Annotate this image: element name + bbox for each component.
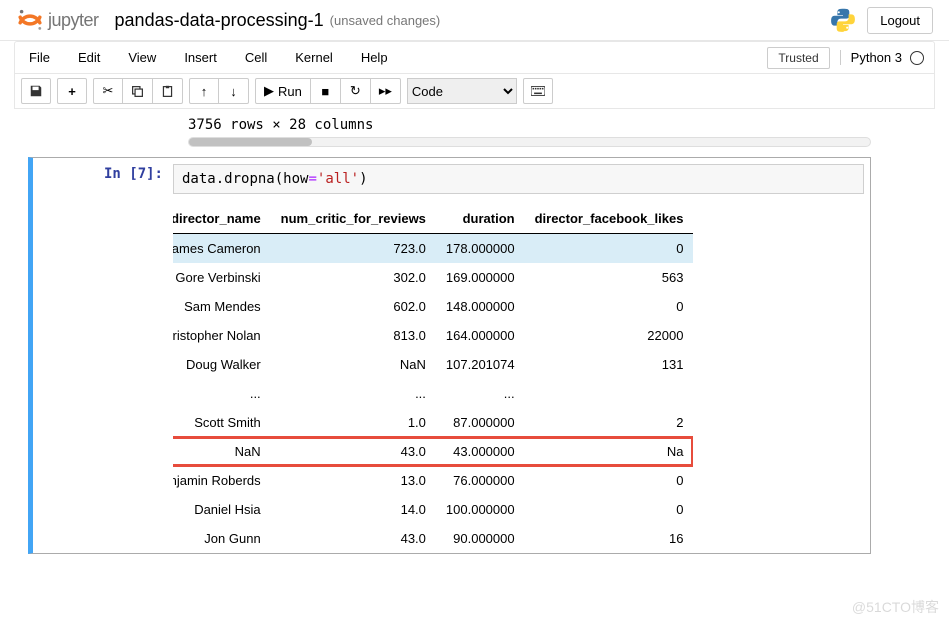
table-row: 5042ColorJon Gunn43.090.00000016 xyxy=(173,524,693,553)
plus-icon: + xyxy=(68,84,76,99)
in-prompt: In [7]: xyxy=(33,166,163,182)
menu-container: File Edit View Insert Cell Kernel Help T… xyxy=(14,41,935,109)
paste-icon xyxy=(161,85,174,98)
table-row: 5038ColorScott Smith1.087.0000002 xyxy=(173,408,693,437)
table-row: 3ColorChristopher Nolan813.0164.00000022… xyxy=(173,321,693,350)
move-down-button[interactable]: ↓ xyxy=(219,78,249,104)
table-row: 4NaNDoug WalkerNaN107.201074131 xyxy=(173,350,693,379)
save-button[interactable] xyxy=(21,78,51,104)
restart-icon: ↻ xyxy=(350,83,361,99)
menu-cell[interactable]: Cell xyxy=(231,44,281,71)
kernel-indicator[interactable]: Python 3 xyxy=(840,50,924,65)
dataframe-table: colordirector_namenum_critic_for_reviews… xyxy=(173,204,693,553)
output-h-scrollbar[interactable] xyxy=(188,137,871,147)
table-row: 1ColorGore Verbinski302.0169.000000563 xyxy=(173,263,693,292)
column-header: director_name xyxy=(173,204,271,234)
save-icon xyxy=(29,84,43,98)
table-row: 5039ColorNaN43.043.000000Na xyxy=(173,437,693,466)
unsaved-label: (unsaved changes) xyxy=(330,13,441,28)
paste-button[interactable] xyxy=(153,78,183,104)
table-row: 5041ColorDaniel Hsia14.0100.0000000 xyxy=(173,495,693,524)
toolbar: + ✂ ↑ ↓ ▶Run ■ ↻ ▸▸ Code xyxy=(15,73,934,108)
column-header: num_critic_for_reviews xyxy=(271,204,436,234)
add-cell-button[interactable]: + xyxy=(57,78,87,104)
restart-run-all-button[interactable]: ▸▸ xyxy=(371,78,401,104)
output-dataframe: colordirector_namenum_critic_for_reviews… xyxy=(173,200,693,553)
stop-icon: ■ xyxy=(321,84,329,99)
copy-button[interactable] xyxy=(123,78,153,104)
python-icon xyxy=(829,6,857,34)
column-header: director_facebook_likes xyxy=(525,204,694,234)
menu-file[interactable]: File xyxy=(15,44,64,71)
jupyter-icon xyxy=(16,6,44,34)
restart-button[interactable]: ↻ xyxy=(341,78,371,104)
table-row: 2ColorSam Mendes602.0148.0000000 xyxy=(173,292,693,321)
table-row: ............... xyxy=(173,379,693,408)
menu-insert[interactable]: Insert xyxy=(170,44,231,71)
logo-text: jupyter xyxy=(48,10,99,31)
kernel-name: Python 3 xyxy=(851,50,902,65)
move-up-button[interactable]: ↑ xyxy=(189,78,219,104)
table-row: 5040ColorBenjamin Roberds13.076.0000000 xyxy=(173,466,693,495)
notebook-area: 3756 rows × 28 columns In [7]: data.drop… xyxy=(0,117,949,554)
copy-icon xyxy=(131,85,144,98)
trusted-indicator[interactable]: Trusted xyxy=(767,47,829,69)
scrollbar-thumb[interactable] xyxy=(189,138,312,146)
logout-button[interactable]: Logout xyxy=(867,7,933,34)
dataframe-shape-summary: 3756 rows × 28 columns xyxy=(188,117,871,133)
cut-button[interactable]: ✂ xyxy=(93,78,123,104)
cut-icon: ✂ xyxy=(103,83,114,99)
menu-edit[interactable]: Edit xyxy=(64,44,114,71)
watermark: @51CTO博客 xyxy=(852,597,939,617)
menubar: File Edit View Insert Cell Kernel Help T… xyxy=(15,42,934,73)
menu-help[interactable]: Help xyxy=(347,44,402,71)
code-input[interactable]: data.dropna(how='all') xyxy=(173,164,864,194)
cell-type-select[interactable]: Code xyxy=(407,78,517,104)
arrow-up-icon: ↑ xyxy=(201,84,208,99)
menu-view[interactable]: View xyxy=(114,44,170,71)
command-palette-button[interactable] xyxy=(523,78,553,104)
run-icon: ▶ xyxy=(264,83,274,99)
logo[interactable]: jupyter xyxy=(16,6,99,34)
fast-forward-icon: ▸▸ xyxy=(379,83,392,99)
column-header: duration xyxy=(436,204,525,234)
arrow-down-icon: ↓ xyxy=(230,84,237,99)
menu-kernel[interactable]: Kernel xyxy=(281,44,347,71)
header: jupyter pandas-data-processing-1 (unsave… xyxy=(0,0,949,41)
notebook-name[interactable]: pandas-data-processing-1 xyxy=(115,10,324,31)
kernel-idle-icon xyxy=(910,51,924,65)
code-cell[interactable]: In [7]: data.dropna(how='all') Out[7]: c… xyxy=(28,157,871,554)
interrupt-button[interactable]: ■ xyxy=(311,78,341,104)
run-button[interactable]: ▶Run xyxy=(255,78,311,104)
table-row: 0ColorJames Cameron723.0178.0000000 xyxy=(173,234,693,264)
keyboard-icon xyxy=(531,86,545,96)
